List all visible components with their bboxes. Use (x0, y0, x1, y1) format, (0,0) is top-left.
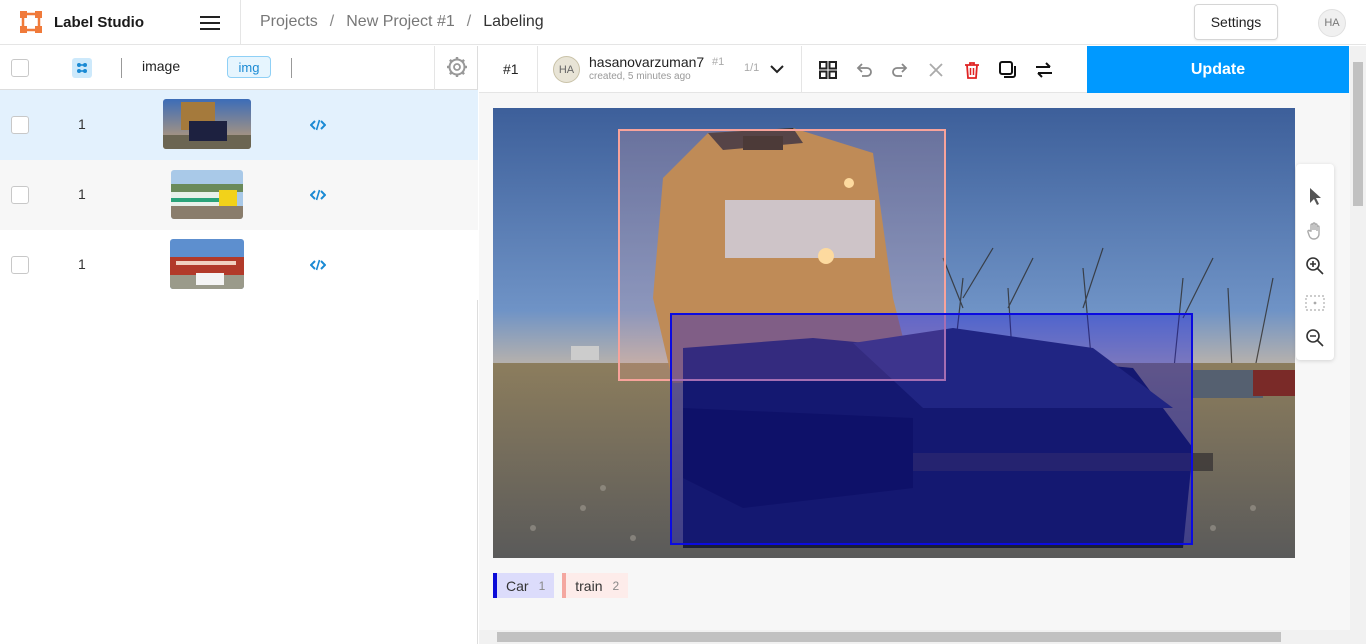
vertical-scrollbar[interactable] (1350, 46, 1366, 644)
label-list: Car 1 train 2 (493, 573, 636, 598)
pointer-icon[interactable] (1305, 186, 1325, 206)
label-car[interactable]: Car 1 (493, 573, 555, 598)
column-divider (291, 58, 292, 78)
annotator-id: #1 (712, 56, 725, 68)
code-icon[interactable] (310, 187, 326, 203)
settings-button[interactable]: Settings (1194, 4, 1278, 40)
annotation-toolbar: #1 HA hasanovarzuman7 #1 created, 5 minu… (479, 46, 1349, 93)
table-row[interactable]: 1 (0, 160, 478, 230)
annotation-count: 1 (78, 116, 86, 132)
update-button[interactable]: Update (1087, 46, 1349, 93)
annotation-count: 1 (78, 256, 86, 272)
image-thumbnail (163, 99, 251, 149)
canvas-tools (1296, 164, 1334, 360)
annotation-id: #1 (503, 61, 519, 77)
trash-icon[interactable] (962, 60, 982, 80)
column-header-image[interactable]: image (142, 58, 180, 74)
task-table: image img 1 1 1 (0, 46, 478, 644)
breadcrumb-project[interactable]: New Project #1 (346, 13, 455, 31)
duplicate-icon[interactable] (998, 60, 1018, 80)
swap-icon[interactable] (1034, 60, 1054, 80)
redo-icon[interactable] (890, 60, 910, 80)
annotation-created: created, 5 minutes ago (589, 71, 691, 82)
zoom-in-icon[interactable] (1305, 256, 1325, 276)
undo-icon[interactable] (854, 60, 874, 80)
annotation-count: 1 (78, 186, 86, 202)
gear-icon[interactable] (446, 56, 468, 78)
zoom-out-icon[interactable] (1305, 328, 1325, 348)
annotation-counter: 1/1 (744, 62, 760, 74)
divider (537, 46, 538, 93)
labeled-image (493, 108, 1295, 558)
breadcrumb-projects[interactable]: Projects (260, 13, 318, 31)
user-avatar[interactable]: HA (1318, 9, 1346, 37)
breadcrumb-separator: / (466, 13, 472, 30)
image-thumbnail (171, 170, 243, 219)
code-icon[interactable] (310, 117, 326, 133)
menu-icon[interactable] (200, 13, 220, 31)
breadcrumb-separator: / (329, 13, 335, 30)
breadcrumb-current: Labeling (483, 13, 544, 30)
table-row[interactable]: 1 (0, 230, 478, 300)
select-all-checkbox[interactable] (11, 59, 29, 77)
annotator-name: hasanovarzuman7 (589, 54, 705, 70)
label-train[interactable]: train 2 (562, 573, 629, 598)
divider (801, 46, 802, 93)
code-icon[interactable] (310, 257, 326, 273)
row-checkbox[interactable] (11, 256, 29, 274)
table-row[interactable]: 1 (0, 90, 478, 160)
grid-icon[interactable] (72, 58, 92, 78)
grid-view-icon[interactable] (818, 60, 838, 80)
close-icon[interactable] (926, 60, 946, 80)
row-checkbox[interactable] (11, 116, 29, 134)
row-checkbox[interactable] (11, 186, 29, 204)
annotator-avatar: HA (553, 56, 580, 83)
label-name: train (575, 577, 603, 594)
table-header: image img (0, 46, 478, 90)
divider (240, 0, 241, 45)
chevron-down-icon[interactable] (769, 62, 785, 76)
region-car[interactable] (670, 313, 1193, 545)
labeling-panel: #1 HA hasanovarzuman7 #1 created, 5 minu… (479, 46, 1366, 644)
horizontal-scrollbar[interactable] (479, 630, 1350, 644)
label-count: 2 (612, 578, 620, 593)
app-title: Label Studio (54, 13, 144, 31)
column-divider (121, 58, 122, 78)
breadcrumb: Projects / New Project #1 / Labeling (260, 13, 544, 31)
label-count: 1 (538, 578, 546, 593)
fit-icon[interactable] (1305, 293, 1325, 313)
column-header-img-tag[interactable]: img (227, 56, 271, 78)
image-canvas[interactable] (493, 108, 1295, 558)
divider (434, 46, 435, 90)
logo[interactable]: Label Studio (20, 11, 144, 33)
label-studio-logo-icon (20, 11, 42, 33)
label-name: Car (506, 577, 529, 594)
top-bar: Label Studio Projects / New Project #1 /… (0, 0, 1366, 45)
image-thumbnail (170, 239, 244, 289)
hand-icon[interactable] (1305, 221, 1325, 241)
